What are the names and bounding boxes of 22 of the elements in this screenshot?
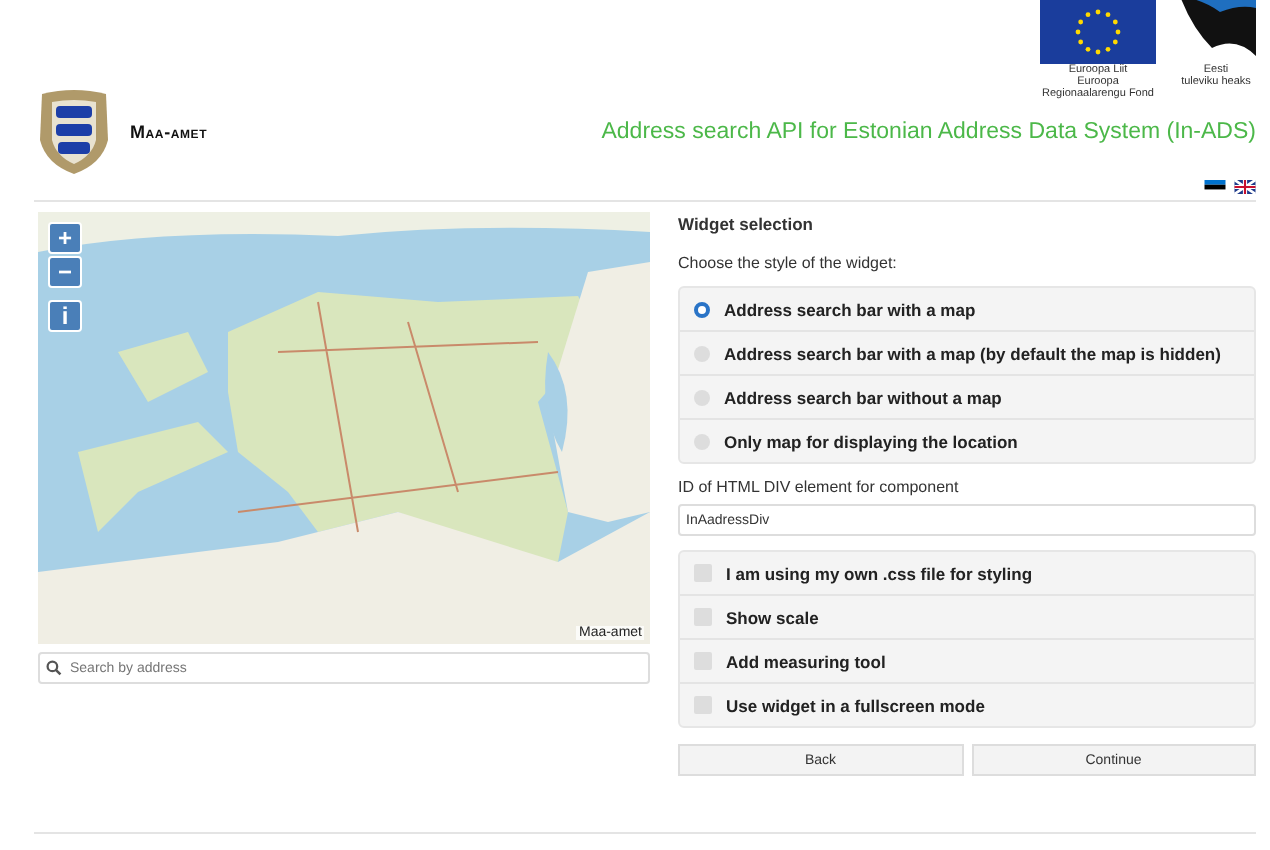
option-checkbox-row[interactable]: Show scale	[680, 594, 1254, 638]
organization-name: Maa-amet	[130, 122, 208, 142]
search-icon	[46, 660, 62, 676]
style-option[interactable]: Only map for displaying the location	[680, 418, 1254, 462]
style-option[interactable]: Address search bar with a map (by default the map is hidden)	[680, 330, 1254, 374]
coat-of-arms-icon	[34, 88, 114, 176]
option-checkbox-row[interactable]: I am using my own .css file for styling	[680, 552, 1254, 594]
page-title: Address search API for Estonian Address Data System (In-ADS)	[601, 120, 1256, 144]
style-prompt: Choose the style of the widget:	[678, 254, 899, 272]
section-heading: Widget selection	[678, 214, 815, 234]
info-button[interactable]: i	[48, 300, 82, 332]
zoom-in-button[interactable]: +	[48, 222, 82, 254]
estonian-flag-icon[interactable]	[1204, 180, 1226, 194]
radio-button[interactable]	[694, 301, 710, 317]
british-flag-icon[interactable]	[1234, 180, 1256, 194]
field-label: ID of HTML DIV element for component	[678, 478, 961, 496]
zoom-out-button[interactable]: −	[48, 256, 82, 288]
style-option[interactable]: Address search bar without a map	[680, 374, 1254, 418]
eu-flag-icon	[1040, 0, 1156, 64]
style-option[interactable]: Address search bar with a map	[680, 288, 1254, 330]
option-checkbox-row[interactable]: Use widget in a fullscreen mode	[680, 682, 1254, 726]
option-checkbox-row[interactable]: Add measuring tool	[680, 638, 1254, 682]
